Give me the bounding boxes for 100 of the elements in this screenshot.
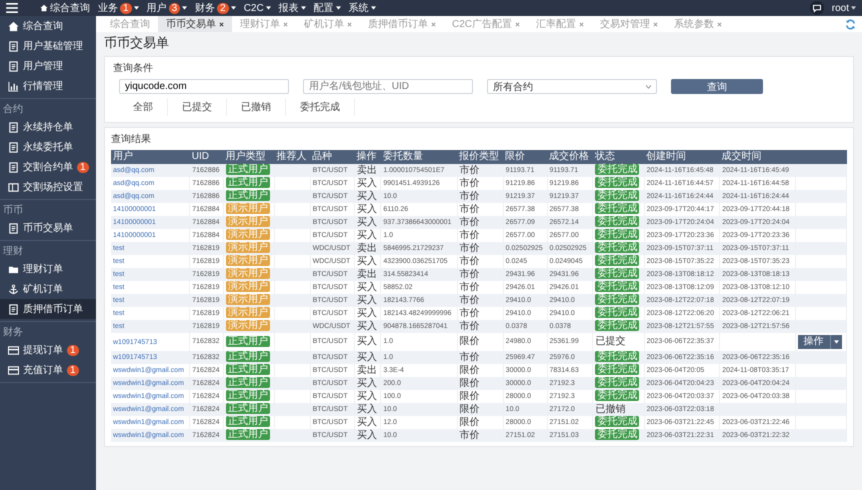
column-header: 操作 (354, 150, 381, 164)
sidebar-item[interactable]: 币币交易单 (0, 218, 96, 238)
status-tag: 委托完成 (595, 177, 640, 188)
user-type-tag: 演示用户 (226, 255, 270, 266)
user-type-tag: 演示用户 (226, 242, 270, 254)
user-type-tag: 正式用户 (226, 364, 270, 376)
table-cell: 市价 (457, 294, 504, 307)
panel-icon (8, 182, 19, 192)
caret-icon (851, 6, 856, 10)
user-menu[interactable]: root (832, 2, 856, 14)
sidebar-item[interactable]: 交割场控设置 (0, 177, 96, 197)
sidebar-item[interactable]: 充值订单 1 (0, 360, 96, 380)
count-badge: 1 (67, 344, 79, 356)
user-type-tag: 正式用户 (226, 164, 270, 176)
column-header: 成交时间 (720, 150, 796, 164)
card-icon (8, 344, 19, 356)
menu-icon[interactable] (6, 3, 18, 13)
column-header: 用户类型 (223, 150, 275, 164)
table-cell: 市价 (457, 190, 504, 203)
panel-title: 查询结果 (111, 132, 152, 146)
nav-menu[interactable]: C2C (244, 2, 271, 14)
sidebar-item[interactable]: 提现订单 1 (0, 340, 96, 360)
caret-icon (336, 6, 341, 10)
sidebar-item[interactable]: 永续委托单 (0, 137, 96, 157)
user-type-tag: 正式用户 (226, 190, 270, 202)
user-type-tag: 演示用户 (226, 203, 270, 214)
sidebar-item[interactable]: 质押借币订单 (0, 299, 96, 319)
sidebar-item[interactable]: 用户管理 (0, 56, 96, 76)
table-cell: 卖出 (354, 164, 381, 177)
nav-label: 报表 (278, 2, 299, 15)
nav-menu[interactable]: 系统 (348, 1, 376, 15)
table-cell: 买入 (354, 320, 381, 333)
status-tag: 委托完成 (595, 190, 640, 202)
card-icon (8, 364, 19, 376)
table-cell: 市价 (457, 351, 504, 364)
sidebar-item[interactable]: 用户基础管理 (0, 36, 96, 56)
status-tag: 委托完成 (595, 377, 640, 388)
column-header: 推荐人 (274, 150, 310, 164)
status-text: 已撤销 (595, 404, 626, 414)
keyword-field[interactable]: yiqucode.com (119, 79, 289, 94)
column-header: 委托数量 (380, 150, 458, 164)
count-badge: 3 (168, 2, 180, 14)
caret-icon (230, 6, 236, 10)
column-header: UID (190, 150, 224, 164)
caret-icon (182, 6, 188, 10)
table-cell: 卖出 (354, 268, 381, 281)
nav-menu[interactable]: 配置 (314, 1, 341, 15)
status-tag: 委托完成 (595, 320, 640, 332)
page-title: 币币交易单 (104, 34, 170, 52)
caret-icon (134, 6, 139, 10)
caret-icon (300, 6, 306, 10)
dropdown-button[interactable] (830, 335, 842, 349)
user-type-tag: 演示用户 (226, 281, 270, 292)
user-type-tag: 正式用户 (226, 351, 270, 362)
nav-menu[interactable]: 报表 (278, 1, 306, 15)
user-type-tag: 正式用户 (226, 336, 270, 347)
nav-label: 业务 (98, 2, 118, 15)
status-tag: 委托完成 (595, 307, 640, 318)
user-type-tag: 正式用户 (226, 377, 270, 388)
table-cell: 限价 (457, 377, 504, 390)
sidebar-item[interactable]: 永续持仓单 (0, 117, 96, 137)
table-cell: 市价 (457, 216, 504, 229)
nav-menu[interactable]: 财务 2 (195, 1, 236, 15)
nav-label: 配置 (314, 2, 334, 15)
user-search-field[interactable]: 用户名/钱包地址、UID (303, 79, 473, 94)
user-type-tag: 演示用户 (226, 320, 270, 332)
table-cell: 买入 (354, 190, 381, 203)
contract-dropdown[interactable]: 所有合约 (487, 79, 657, 94)
status-tag: 委托完成 (595, 229, 640, 240)
sidebar-item[interactable]: 行情管理 (0, 76, 96, 96)
chat-icon[interactable] (810, 1, 824, 15)
sidebar-item[interactable]: 理财订单 (0, 259, 96, 279)
user-type-tag: 正式用户 (226, 403, 270, 414)
query-button[interactable]: 查询 (671, 79, 763, 94)
section-title: 币币 (2, 204, 24, 218)
doc-icon (8, 122, 19, 132)
nav-menu[interactable]: 综合查询 (40, 1, 90, 15)
refresh-icon[interactable] (845, 18, 856, 30)
nav-menu[interactable]: 用户 3 (146, 1, 188, 15)
section-title: 财务 (2, 326, 24, 340)
user-type-tag: 正式用户 (226, 429, 270, 440)
close-icon[interactable] (219, 22, 224, 26)
column-header: 状态 (592, 150, 644, 164)
action-button[interactable]: 操作 (798, 335, 830, 349)
sidebar-item[interactable]: 矿机订单 (0, 279, 96, 299)
sidebar-item[interactable]: 综合查询 (0, 16, 96, 36)
table-cell: 买入 (354, 216, 381, 229)
caret-icon (370, 6, 376, 10)
count-badge: 2 (217, 2, 229, 14)
section-title: 合约 (2, 103, 24, 117)
section-title: 理财 (2, 244, 24, 259)
nav-menu[interactable]: 业务 1 (98, 1, 139, 15)
table-cell: 市价 (457, 164, 504, 177)
count-badge: 1 (67, 364, 79, 376)
sidebar-item[interactable]: 交割合约单 1 (0, 157, 96, 177)
user-type-tag: 演示用户 (226, 307, 270, 318)
page-tab[interactable]: 币币交易单 (158, 16, 232, 32)
count-badge: 1 (77, 162, 89, 172)
column-header: 限价 (503, 150, 548, 164)
table-cell: 买入 (354, 377, 381, 390)
